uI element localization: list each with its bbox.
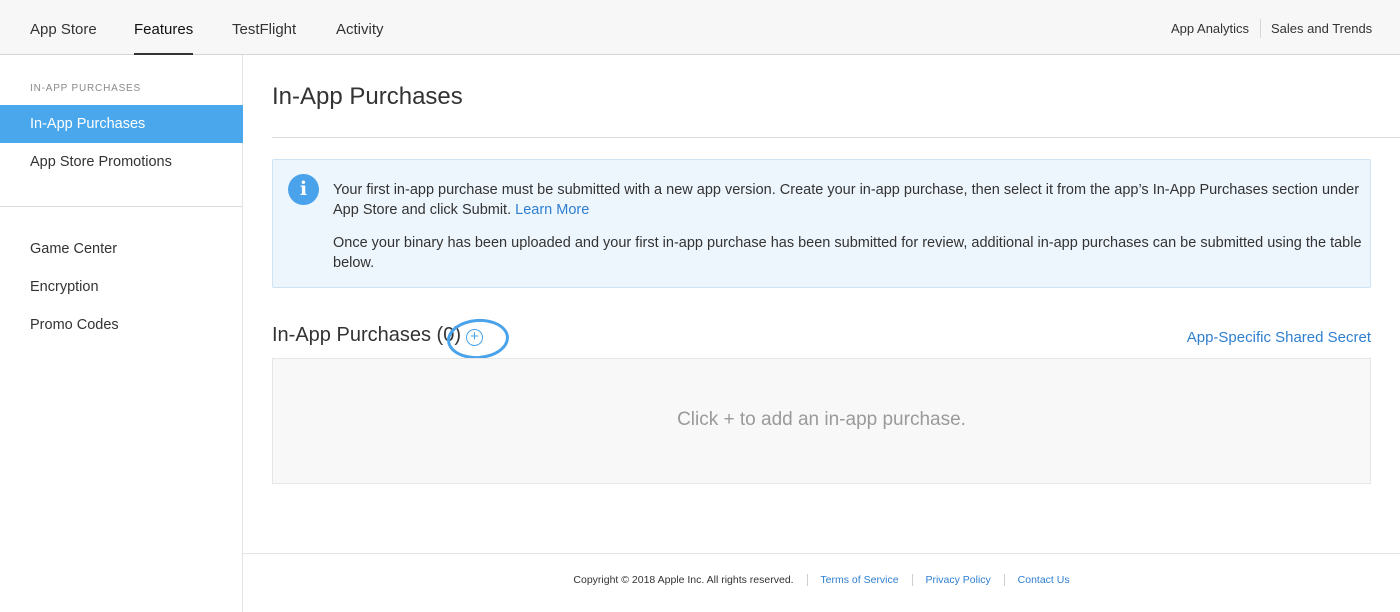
sidebar-divider xyxy=(0,206,242,207)
page-title: In-App Purchases xyxy=(272,83,463,110)
in-app-purchases-empty-table: Click + to add an in-app purchase. xyxy=(272,358,1371,484)
info-paragraph-1-text: Your first in-app purchase must be submi… xyxy=(333,182,1360,218)
sidebar-section-label: IN-APP PURCHASES xyxy=(30,83,141,94)
top-navigation: App Store Features TestFlight Activity A… xyxy=(0,0,1400,55)
main-content: In-App Purchases i Your first in-app pur… xyxy=(243,55,1400,612)
footer: Copyright © 2018 Apple Inc. All rights r… xyxy=(243,574,1400,592)
tab-testflight[interactable]: TestFlight xyxy=(232,0,296,55)
sidebar-item-game-center[interactable]: Game Center xyxy=(0,230,243,268)
contact-us-link[interactable]: Contact Us xyxy=(1018,574,1070,586)
title-divider xyxy=(272,137,1400,138)
sidebar-item-promo-codes[interactable]: Promo Codes xyxy=(0,306,243,344)
footer-separator xyxy=(806,574,808,587)
info-paragraph-2: Once your binary has been uploaded and y… xyxy=(333,235,1362,271)
empty-state-message: Click + to add an in-app purchase. xyxy=(677,409,966,430)
sidebar: IN-APP PURCHASES In-App Purchases App St… xyxy=(0,55,243,612)
sidebar-item-encryption[interactable]: Encryption xyxy=(0,268,243,306)
sales-and-trends-link[interactable]: Sales and Trends xyxy=(1271,0,1372,55)
info-paragraph-1: Your first in-app purchase must be submi… xyxy=(333,180,1363,220)
footer-separator xyxy=(1003,574,1005,587)
in-app-purchases-heading: In-App Purchases (0) xyxy=(272,324,461,346)
app-specific-shared-secret-link[interactable]: App-Specific Shared Secret xyxy=(1187,329,1371,346)
tab-features[interactable]: Features xyxy=(134,0,194,55)
privacy-policy-link[interactable]: Privacy Policy xyxy=(925,574,990,586)
footer-separator xyxy=(911,574,913,587)
sidebar-item-in-app-purchases[interactable]: In-App Purchases xyxy=(0,105,243,143)
info-icon: i xyxy=(288,174,319,205)
terms-of-service-link[interactable]: Terms of Service xyxy=(820,574,898,586)
tab-app-store[interactable]: App Store xyxy=(30,0,97,55)
info-banner: i Your first in-app purchase must be sub… xyxy=(272,159,1371,288)
learn-more-link[interactable]: Learn More xyxy=(515,202,589,218)
nav-divider xyxy=(1260,19,1261,38)
footer-divider xyxy=(243,553,1400,554)
tab-activity[interactable]: Activity xyxy=(336,0,384,55)
app-analytics-link[interactable]: App Analytics xyxy=(1171,0,1249,55)
sidebar-item-app-store-promotions[interactable]: App Store Promotions xyxy=(0,143,243,181)
copyright-text: Copyright © 2018 Apple Inc. All rights r… xyxy=(573,574,794,587)
